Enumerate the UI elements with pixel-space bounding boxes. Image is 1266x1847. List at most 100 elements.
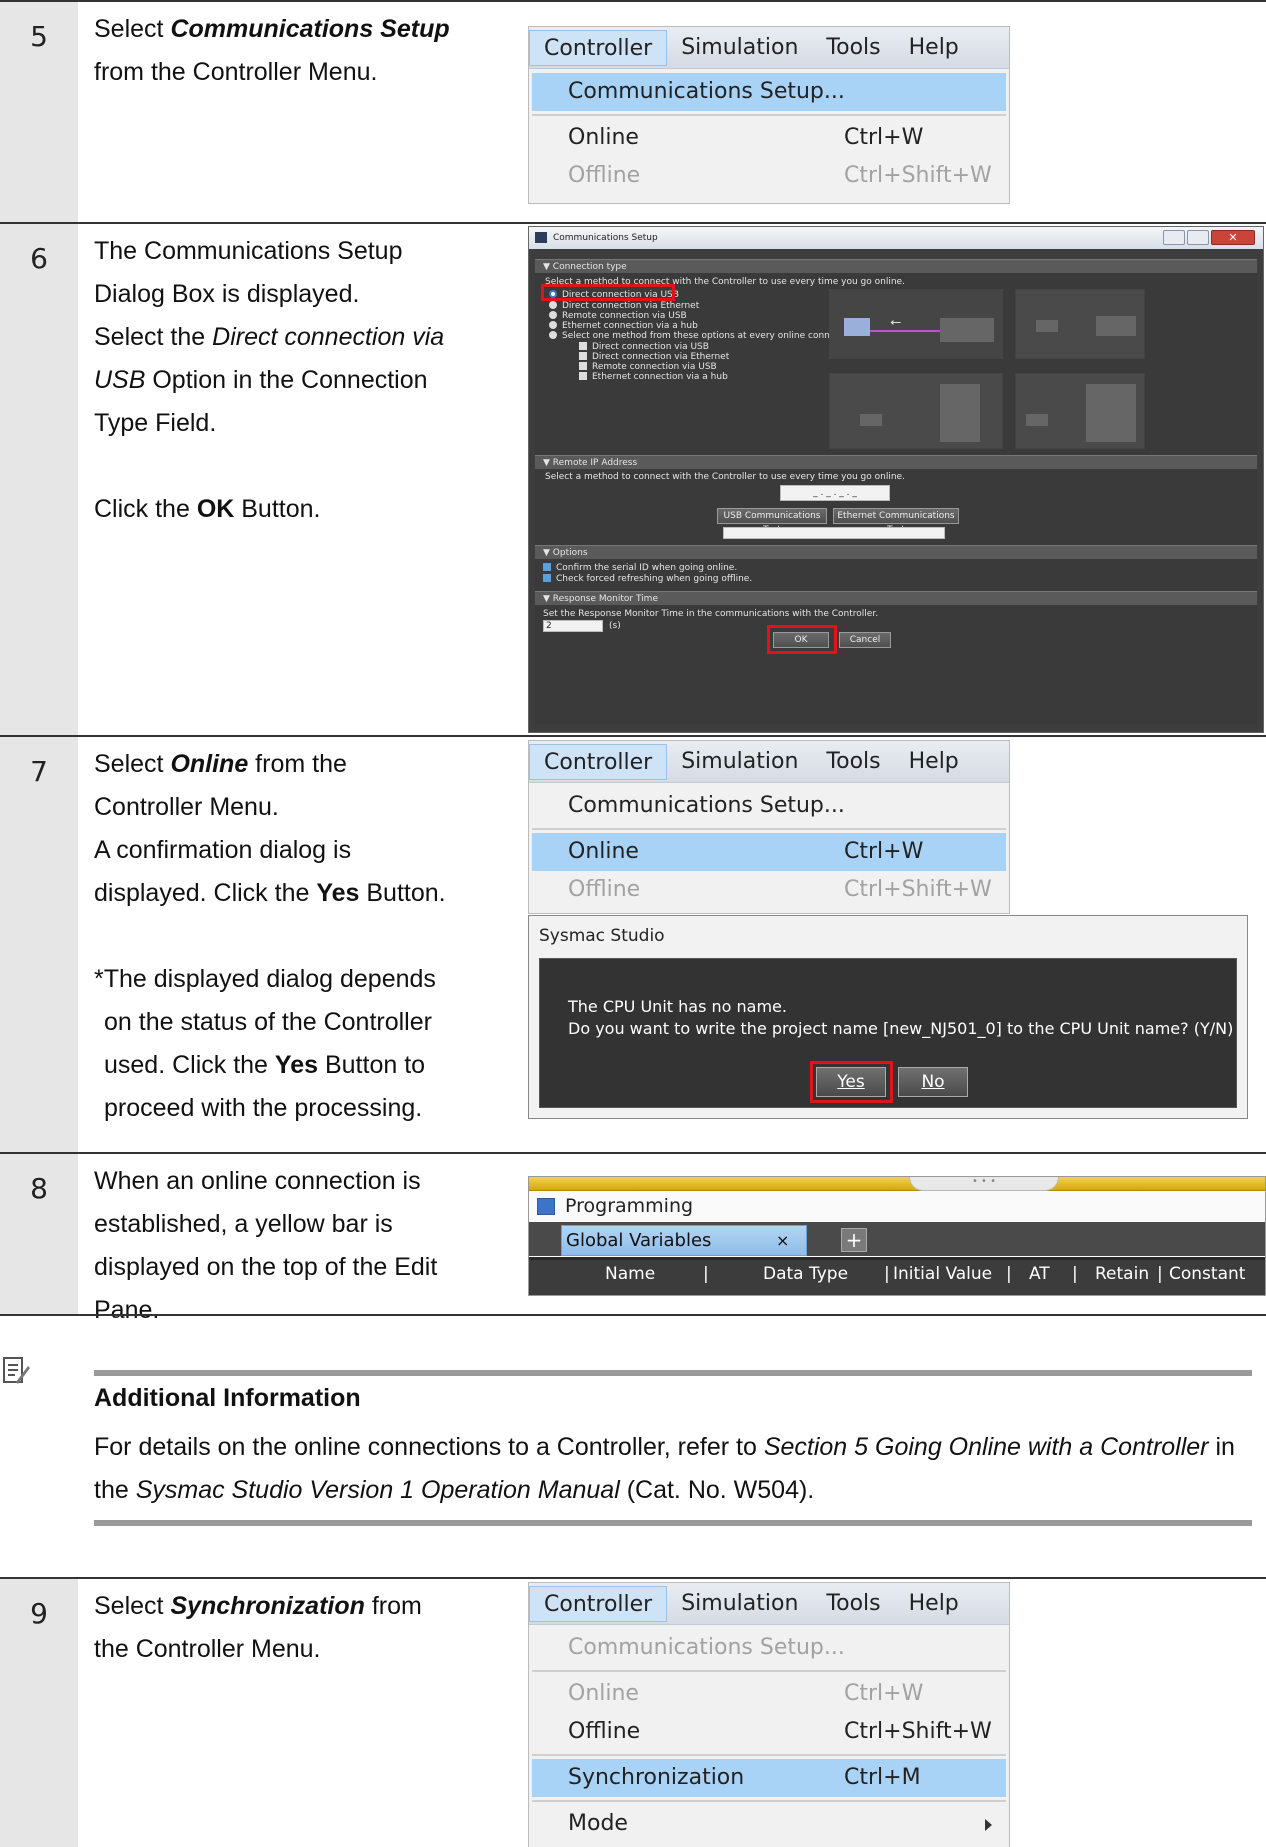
menu-item-offline: Offline Ctrl+Shift+W <box>568 163 992 188</box>
menu-bar: Controller Simulation Tools Help <box>529 741 1009 783</box>
drag-grip[interactable]: • • • <box>909 1177 1059 1191</box>
menu-item-mode[interactable]: Mode <box>532 1805 1006 1843</box>
tab-global-variables[interactable]: Global Variables × <box>561 1225 807 1256</box>
suboption-remote-usb[interactable]: Remote connection via USB <box>579 362 717 372</box>
menu-item-online: Online Ctrl+W <box>568 1681 924 1706</box>
menu-help[interactable]: Help <box>895 744 973 780</box>
option-confirm-serial[interactable]: Confirm the serial ID when going online. <box>543 563 737 573</box>
option-ethernet-hub[interactable]: Ethernet connection via a hub <box>549 321 698 331</box>
option-remote-usb[interactable]: Remote connection via USB <box>549 311 687 321</box>
menu-item-communications-setup[interactable]: Communications Setup... <box>532 73 1006 111</box>
dialog-body: ▼ Connection type Select a method to con… <box>535 259 1257 724</box>
test-result-field <box>723 527 945 539</box>
menu-item-synchronization[interactable]: Synchronization Ctrl+M <box>532 1759 1006 1797</box>
checkbox-checked-icon <box>543 574 551 582</box>
col-divider: | <box>884 1264 890 1284</box>
highlight-box <box>810 1061 893 1103</box>
communications-setup-dialog: Communications Setup ✕ ▼ Connection type… <box>528 226 1264 733</box>
section-connection-type[interactable]: ▼ Connection type <box>535 259 1257 273</box>
checkbox-icon <box>579 362 587 370</box>
programming-pane: • • • Programming Global Variables × + Na… <box>528 1176 1266 1296</box>
suboption-direct-ethernet[interactable]: Direct connection via Ethernet <box>579 352 729 362</box>
info-title: Additional Information <box>94 1384 361 1412</box>
col-at[interactable]: AT <box>1029 1264 1050 1284</box>
step-number: 5 <box>0 2 78 222</box>
menu-simulation[interactable]: Simulation <box>667 30 812 66</box>
option-select-every-time[interactable]: Select one method from these options at … <box>549 331 860 341</box>
suboption-direct-usb[interactable]: Direct connection via USB <box>579 342 709 352</box>
table-header: Name | Data Type | Initial Value | AT | … <box>529 1257 1265 1295</box>
menu-bar: Controller Simulation Tools Help <box>529 27 1009 69</box>
menu-item-offline: Offline Ctrl+Shift+W <box>568 877 992 902</box>
controller-icon <box>940 384 980 442</box>
col-divider: | <box>1072 1264 1078 1284</box>
menu-item-online[interactable]: Online Ctrl+W <box>532 119 1006 157</box>
no-button[interactable]: No <box>898 1067 968 1097</box>
submenu-arrow-icon <box>985 1819 992 1831</box>
col-constant[interactable]: Constant <box>1169 1264 1245 1284</box>
usb-icon: ⭠ <box>890 314 902 330</box>
menu-item-online[interactable]: Online Ctrl+W <box>532 833 1006 871</box>
dialog-title: Sysmac Studio <box>539 926 665 946</box>
step-text: The Communications Setup Dialog Box is d… <box>94 237 445 523</box>
ip-address-field[interactable]: _ . _ . _ . _ <box>780 485 890 501</box>
step-number: 6 <box>0 224 78 736</box>
menu-controller[interactable]: Controller <box>529 743 668 780</box>
menu-help[interactable]: Help <box>895 30 973 66</box>
col-name[interactable]: Name <box>605 1264 655 1284</box>
checkbox-checked-icon <box>543 563 551 571</box>
response-time-field[interactable]: 2 <box>543 620 603 632</box>
menu-item-communications-setup[interactable]: Communications Setup... <box>532 787 1006 825</box>
menu-simulation[interactable]: Simulation <box>667 744 812 780</box>
section-response-monitor[interactable]: ▼ Response Monitor Time <box>535 591 1257 605</box>
maximize-button[interactable] <box>1187 230 1209 245</box>
dialog-titlebar: Communications Setup ✕ <box>529 227 1263 249</box>
step-number: 7 <box>0 737 78 1152</box>
pane-title: Programming <box>529 1191 1265 1222</box>
pc-icon <box>860 414 882 426</box>
dialog-question: Do you want to write the project name [n… <box>568 1019 1234 1038</box>
section-remote-ip[interactable]: ▼ Remote IP Address <box>535 455 1257 469</box>
menu-help[interactable]: Help <box>895 1586 973 1622</box>
step-text: When an online connection is established… <box>94 1167 438 1324</box>
option-direct-ethernet[interactable]: Direct connection via Ethernet <box>549 301 699 311</box>
menu-tools[interactable]: Tools <box>812 30 894 66</box>
cancel-button[interactable]: Cancel <box>839 632 891 648</box>
usb-communications-test-button[interactable]: USB Communications Test <box>717 508 827 535</box>
ethernet-communications-test-button[interactable]: Ethernet Communications Test <box>833 508 959 535</box>
programming-icon <box>537 1198 555 1215</box>
radio-icon <box>549 301 557 309</box>
menu-simulation[interactable]: Simulation <box>667 1586 812 1622</box>
col-data-type[interactable]: Data Type <box>763 1264 848 1284</box>
col-divider: | <box>703 1264 709 1284</box>
menu-separator <box>532 114 1006 116</box>
minimize-button[interactable] <box>1163 230 1185 245</box>
row-divider <box>0 1314 1266 1316</box>
radio-icon <box>549 311 557 319</box>
menu-controller[interactable]: Controller <box>529 29 668 66</box>
menu-separator <box>532 1800 1006 1802</box>
pc-icon <box>1036 320 1058 332</box>
menu-controller[interactable]: Controller <box>529 1585 668 1622</box>
usb-connection-illustration: ⭠ <box>829 289 1003 359</box>
checkbox-icon <box>579 352 587 360</box>
response-description: Set the Response Monitor Time in the com… <box>543 609 879 619</box>
info-rule <box>94 1370 1252 1376</box>
col-retain[interactable]: Retain <box>1095 1264 1149 1284</box>
suboption-ethernet-hub[interactable]: Ethernet connection via a hub <box>579 372 728 382</box>
hub-network-illustration <box>1015 373 1145 449</box>
section-options[interactable]: ▼ Options <box>535 545 1257 559</box>
close-icon[interactable]: × <box>776 1226 789 1255</box>
menu-tools[interactable]: Tools <box>812 744 894 780</box>
menu-separator <box>532 1670 1006 1672</box>
controller-icon <box>940 318 994 342</box>
close-button[interactable]: ✕ <box>1211 230 1255 245</box>
ethernet-hub-illustration <box>1015 289 1145 359</box>
menu-tools[interactable]: Tools <box>812 1586 894 1622</box>
step-number: 9 <box>0 1579 78 1847</box>
add-tab-button[interactable]: + <box>841 1228 867 1252</box>
pc-icon <box>1026 414 1048 426</box>
option-check-refreshing[interactable]: Check forced refreshing when going offli… <box>543 574 752 584</box>
menu-item-offline[interactable]: Offline Ctrl+Shift+W <box>532 1713 1006 1751</box>
col-initial-value[interactable]: Initial Value <box>893 1264 992 1284</box>
